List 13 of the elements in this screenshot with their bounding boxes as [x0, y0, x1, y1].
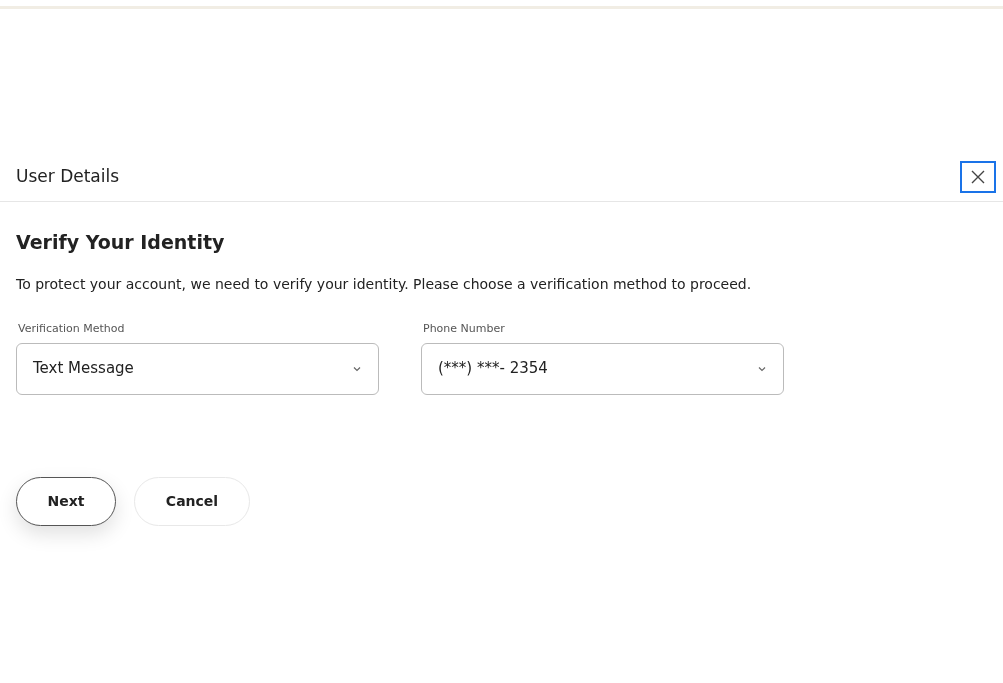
- dropdown-field[interactable]: (***) ***- 2354: [421, 342, 784, 395]
- field-label: Verification Method: [17, 321, 126, 337]
- action-button[interactable]: Cancel: [134, 476, 250, 526]
- dropdown-field[interactable]: Text Message: [16, 342, 379, 395]
- chevron-down-icon: [757, 365, 767, 372]
- chevron-down-icon: [352, 365, 362, 372]
- dialog-title: User Details: [16, 164, 120, 188]
- action-button[interactable]: Next: [16, 476, 116, 526]
- field-label: Phone Number: [422, 321, 506, 337]
- close-icon: [971, 169, 985, 184]
- description-text: To protect your account, we need to verify your identity. Please choose a verification method to proceed.: [16, 275, 753, 294]
- section-heading: Verify Your Identity: [16, 230, 226, 254]
- close-button[interactable]: [960, 160, 996, 193]
